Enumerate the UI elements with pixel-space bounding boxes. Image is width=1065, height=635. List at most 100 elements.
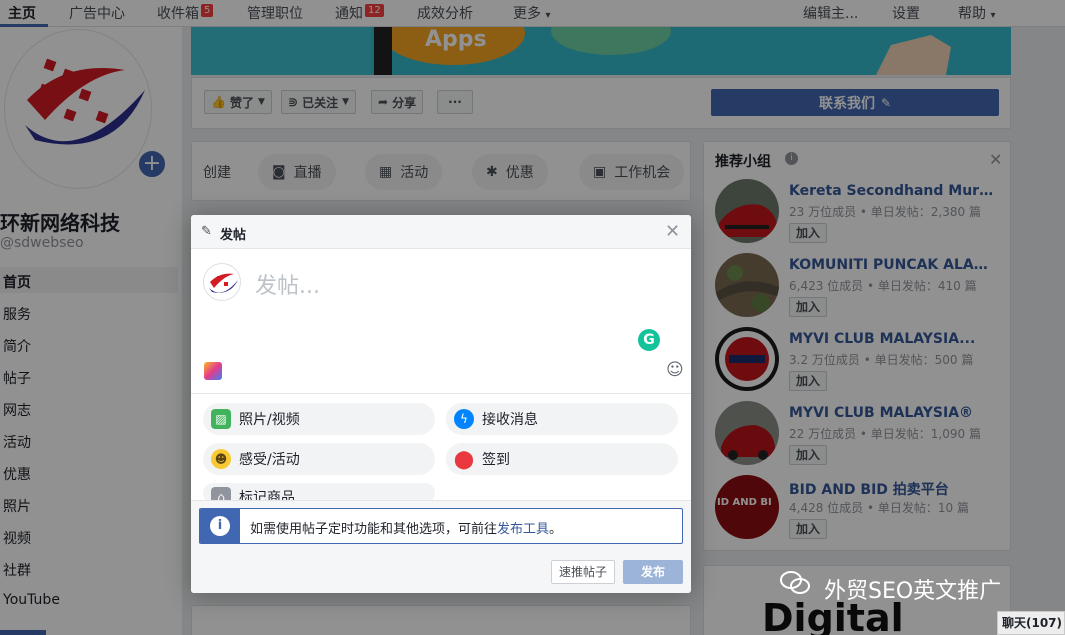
publishing-tools-link[interactable]: 发布工具 — [497, 522, 549, 537]
contact-us-button[interactable]: 联系我们 ✎ — [711, 89, 999, 116]
create-job-button[interactable]: ▣ 工作机会 — [579, 154, 685, 190]
sidebar-item-posts[interactable]: 帖子 — [3, 368, 31, 388]
nav-notifications-tab[interactable]: 通知 12 — [335, 3, 384, 23]
sidebar-item-home[interactable]: 首页 — [3, 272, 31, 292]
red-car-image — [715, 179, 779, 243]
left-sidebar: + 环新网络科技 @sdwebseo 首页 服务 简介 帖子 网志 活动 优惠 … — [0, 27, 182, 635]
share-button[interactable]: ➦ 分享 — [371, 90, 424, 114]
share-label: 分享 — [392, 95, 417, 110]
sidebar-item-notes[interactable]: 网志 — [3, 400, 31, 420]
boost-post-button[interactable]: 速推帖子 — [551, 560, 615, 584]
option-feeling-activity[interactable]: ☻ 感受/活动 — [203, 443, 435, 475]
nav-settings[interactable]: 设置 — [892, 3, 920, 23]
group-meta: 3.2 万位成员 • 单日发帖：500 篇 — [789, 353, 974, 367]
nav-edit-page-info[interactable]: 编辑主... — [803, 3, 858, 23]
create-live-label: 直播 — [293, 165, 322, 181]
join-group-button[interactable]: 加入 — [789, 519, 828, 539]
sidebar-item-community[interactable]: 社群 — [3, 560, 31, 580]
like-label: 赞了 — [229, 95, 254, 110]
wechat-logo — [780, 571, 810, 594]
page-profile-picture[interactable] — [4, 29, 152, 189]
create-offer-button[interactable]: ✱ 优惠 — [472, 154, 548, 190]
join-group-button[interactable]: 加入 — [789, 223, 828, 243]
post-text-input[interactable]: 发帖... — [255, 268, 320, 300]
nav-ads-center-tab[interactable]: 广告中心 — [69, 3, 125, 23]
follow-label: 已关注 — [302, 95, 339, 110]
group-name[interactable]: Kereta Secondhand Murah... — [789, 183, 999, 199]
page-handle[interactable]: @sdwebseo — [0, 235, 84, 251]
club-badge-image — [715, 327, 779, 391]
background-color-picker-icon[interactable] — [204, 362, 222, 380]
nav-home-tab[interactable]: 主页 — [8, 3, 36, 23]
nav-insights-tab[interactable]: 成效分析 — [417, 3, 473, 23]
pencil-icon: ✎ — [201, 224, 212, 239]
option-label: 接收消息 — [482, 412, 538, 428]
option-label: 感受/活动 — [239, 452, 300, 468]
sidebar-item-about[interactable]: 简介 — [3, 336, 31, 356]
chat-button[interactable]: 聊天(107) — [997, 611, 1065, 635]
create-event-button[interactable]: ▦ 活动 — [365, 154, 443, 190]
emoji-smiley-icon[interactable]: ☺ — [666, 360, 684, 380]
sidebar-bottom-button[interactable] — [0, 630, 46, 635]
nav-help[interactable]: 帮助 ▾ — [958, 3, 995, 23]
more-options-button[interactable]: ··· — [437, 90, 473, 114]
close-icon[interactable]: ✕ — [665, 221, 680, 242]
suggested-group-4[interactable]: MYVI CLUB MALAYSIA® 22 万位成员 • 单日发帖：1,090… — [715, 401, 995, 471]
info-text: 如需使用帖子定时功能和其他选项，可前往发布工具。 — [250, 518, 562, 537]
aerial-town-image — [715, 253, 779, 317]
sidebar-item-offers[interactable]: 优惠 — [3, 464, 31, 484]
page-logo-icon — [25, 58, 145, 145]
add-photo-plus-icon[interactable]: + — [137, 149, 167, 179]
contact-us-label: 联系我们 — [818, 95, 875, 112]
option-label: 签到 — [482, 452, 510, 468]
group-avatar-4 — [715, 401, 779, 465]
suggested-group-3[interactable]: MYVI CLUB MALAYSIA... 3.2 万位成员 • 单日发帖：50… — [715, 327, 995, 397]
grammarly-icon[interactable]: G — [638, 329, 660, 351]
join-group-button[interactable]: 加入 — [789, 297, 828, 317]
nav-more-tab[interactable]: 更多 ▾ — [513, 3, 550, 23]
option-photo-video[interactable]: ▨ 照片/视频 — [203, 403, 435, 435]
group-meta: 23 万位成员 • 单日发帖：2,380 篇 — [789, 205, 981, 219]
group-name[interactable]: BID AND BID 拍卖平台 — [789, 479, 999, 499]
sidebar-item-photos[interactable]: 照片 — [3, 496, 31, 516]
sidebar-item-events[interactable]: 活动 — [3, 432, 31, 452]
chevron-down-icon: ▼ — [342, 97, 349, 107]
suggested-groups-title: 推荐小组 — [715, 154, 771, 170]
group-name[interactable]: KOMUNITI PUNCAK ALAM... — [789, 257, 999, 273]
info-icon[interactable]: i — [785, 152, 798, 165]
offer-tag-icon: ✱ — [486, 164, 498, 180]
sidebar-item-services[interactable]: 服务 — [3, 304, 31, 324]
thumbs-up-icon: 👍 — [211, 95, 226, 109]
nav-roles-tab[interactable]: 管理职位 — [247, 3, 303, 23]
photo-icon: ▨ — [211, 409, 231, 429]
author-avatar — [203, 263, 241, 301]
sidebar-item-youtube[interactable]: YouTube — [3, 592, 60, 608]
calendar-icon: ▦ — [379, 164, 393, 180]
group-meta: 22 万位成员 • 单日发帖：1,090 篇 — [789, 427, 981, 441]
follow-button[interactable]: ⋑ 已关注 ▼ — [281, 90, 356, 114]
create-job-label: 工作机会 — [614, 165, 671, 181]
close-icon[interactable]: ✕ — [989, 150, 1002, 169]
red-hatchback-image — [715, 401, 779, 465]
location-pin-icon: ⬤ — [453, 448, 475, 470]
page-logo-icon — [209, 273, 238, 293]
publish-button[interactable]: 发布 — [623, 560, 683, 584]
create-live-button[interactable]: ◙ 直播 — [258, 154, 336, 190]
nav-inbox-tab[interactable]: 收件箱 5 — [157, 3, 214, 23]
suggested-group-5[interactable]: ID AND BI BID AND BID 拍卖平台 4,428 位成员 • 单… — [715, 475, 995, 545]
info-message: 如需使用帖子定时功能和其他选项，可前往 — [250, 522, 498, 537]
option-check-in[interactable]: ⬤ 签到 — [446, 443, 678, 475]
suggested-group-2[interactable]: KOMUNITI PUNCAK ALAM... 6,423 位成员 • 单日发帖… — [715, 253, 999, 323]
sidebar-item-videos[interactable]: 视频 — [3, 528, 31, 548]
group-name[interactable]: MYVI CLUB MALAYSIA... — [789, 331, 999, 347]
suggested-group-1[interactable]: Kereta Secondhand Murah... 23 万位成员 • 单日发… — [715, 179, 999, 249]
cover-illustration — [191, 27, 1011, 75]
create-offer-label: 优惠 — [505, 165, 534, 181]
option-get-messages[interactable]: ϟ 接收消息 — [446, 403, 678, 435]
group-name[interactable]: MYVI CLUB MALAYSIA® — [789, 405, 999, 421]
join-group-button[interactable]: 加入 — [789, 445, 828, 465]
create-event-label: 活动 — [400, 165, 429, 181]
cover-photo: Apps — [191, 27, 1011, 75]
join-group-button[interactable]: 加入 — [789, 371, 828, 391]
like-button[interactable]: 👍 赞了 ▼ — [204, 90, 272, 114]
